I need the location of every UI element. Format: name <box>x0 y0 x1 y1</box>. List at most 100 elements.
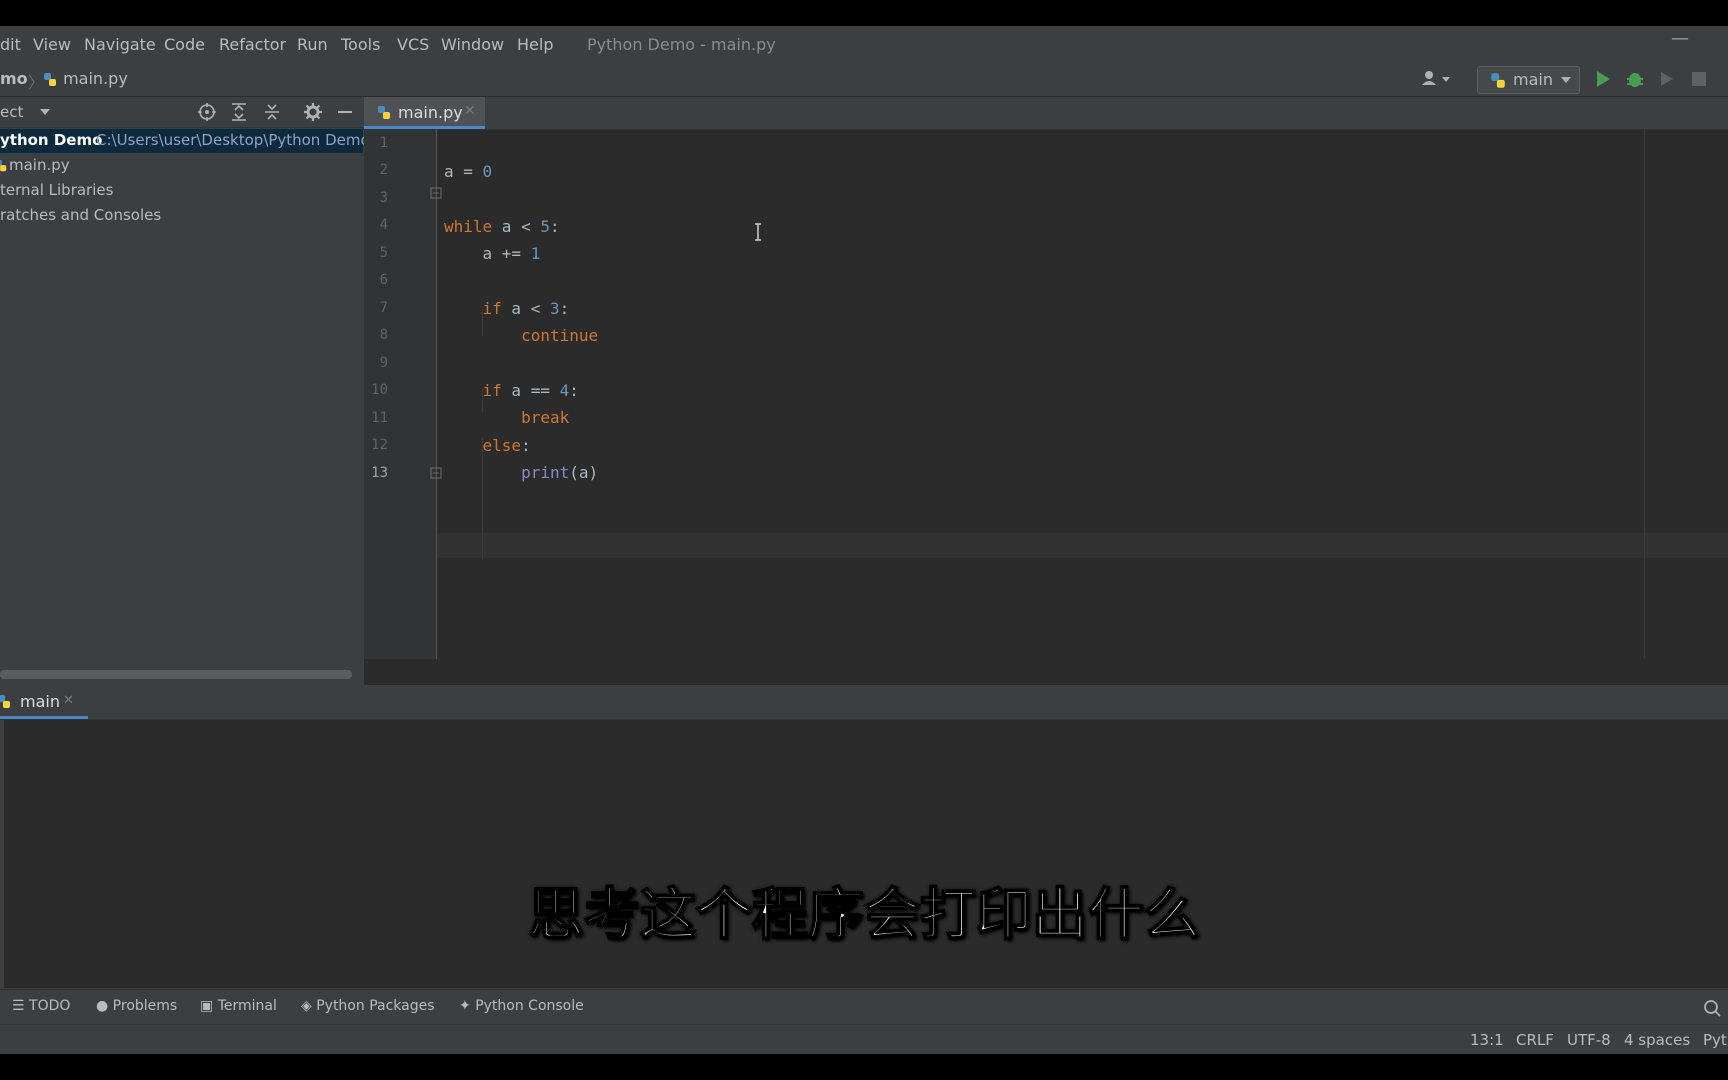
breadcrumb-file[interactable]: main.py <box>42 69 128 88</box>
menu-window[interactable]: Window <box>441 35 504 54</box>
line-number: 4 <box>379 217 388 233</box>
coverage-icon[interactable] <box>1658 70 1676 88</box>
right-margin-guide <box>1644 129 1645 659</box>
terminal-icon: ▣ <box>200 998 218 1014</box>
line-number: 5 <box>379 245 388 261</box>
todo-tool-button[interactable]: ☰ TODO <box>12 998 70 1014</box>
project-view-selector[interactable]: ect <box>0 103 23 121</box>
project-panel-header: ect <box>0 97 363 128</box>
minimize-button[interactable]: — <box>1671 28 1689 49</box>
status-bar: 13:1 CRLF UTF-8 4 spaces Pyth <box>0 1024 1728 1054</box>
chevron-down-icon[interactable] <box>39 108 51 116</box>
tree-item-project-root[interactable]: ython Demo C:\Users\user\Desktop\Python … <box>0 129 370 153</box>
menu-edit[interactable]: dit <box>0 35 21 54</box>
line-separator[interactable]: CRLF <box>1516 1031 1554 1049</box>
line-number: 7 <box>379 300 388 316</box>
line-number: 6 <box>379 272 388 288</box>
tab-label: main.py <box>398 103 463 122</box>
indent-guide <box>482 438 483 560</box>
close-icon[interactable]: ✕ <box>63 693 74 708</box>
code-line-11: else: <box>482 436 531 455</box>
gear-icon[interactable] <box>304 103 322 121</box>
tab-main-py[interactable]: main.py ✕ <box>364 97 485 129</box>
code-line-4: a += 1 <box>444 244 541 263</box>
python-icon: ✦ <box>459 998 476 1014</box>
interpreter-status[interactable]: Pyth <box>1703 1031 1728 1049</box>
debug-icon[interactable] <box>1626 69 1644 89</box>
current-line-highlight <box>437 533 1728 558</box>
line-number: 9 <box>379 355 388 371</box>
python-packages-tool-button[interactable]: ◈ Python Packages <box>301 998 435 1014</box>
code-line-7: continue <box>521 326 599 345</box>
fold-end-icon[interactable] <box>430 467 442 479</box>
breadcrumb-file-label: main.py <box>63 69 128 88</box>
gutter-separator <box>436 129 437 659</box>
text-cursor-icon <box>755 223 761 241</box>
menu-view[interactable]: View <box>33 35 71 54</box>
file-encoding[interactable]: UTF-8 <box>1567 1031 1611 1049</box>
code-line-6: if a < 3: <box>482 299 570 318</box>
line-number: 3 <box>379 190 388 206</box>
tree-item-path: C:\Users\user\Desktop\Python Demo <box>96 131 370 149</box>
tool-window-bar: ☰ TODO ● Problems ▣ Terminal ◈ Python Pa… <box>0 989 1728 1024</box>
stop-icon[interactable] <box>1692 72 1706 86</box>
menu-tools[interactable]: Tools <box>341 35 380 54</box>
menu-navigate[interactable]: Navigate <box>84 35 156 54</box>
tree-item-label: main.py <box>9 156 70 174</box>
line-number: 11 <box>371 410 388 426</box>
layers-icon: ◈ <box>301 998 317 1014</box>
run-tab-main[interactable]: main ✕ <box>0 686 88 719</box>
vcs-user-icon[interactable] <box>1420 69 1454 93</box>
horizontal-scrollbar[interactable] <box>0 670 352 679</box>
menu-refactor[interactable]: Refactor <box>219 35 286 54</box>
python-icon <box>1491 73 1505 88</box>
menu-code[interactable]: Code <box>164 35 205 54</box>
run-config-label: main <box>1513 70 1553 89</box>
python-console-tool-button[interactable]: ✦ Python Console <box>459 998 584 1014</box>
tree-item-label: ython Demo <box>0 131 103 149</box>
run-panel-header: main ✕ <box>0 686 1728 720</box>
hide-panel-icon[interactable] <box>338 111 352 114</box>
code-line-12: print(a) <box>521 463 599 482</box>
line-number: 1 <box>379 135 388 151</box>
list-icon: ☰ <box>12 998 30 1014</box>
breadcrumb-project[interactable]: mo <box>0 69 28 88</box>
editor-tabs: main.py ✕ <box>364 97 1728 130</box>
code-line-10: break <box>521 408 570 427</box>
indent-setting[interactable]: 4 spaces <box>1624 1031 1690 1049</box>
video-subtitle: 思考这个程序会打印出什么 <box>527 882 1201 949</box>
tree-item-label: ratches and Consoles <box>0 206 162 224</box>
terminal-tool-button[interactable]: ▣ Terminal <box>200 998 277 1014</box>
cursor-position[interactable]: 13:1 <box>1470 1031 1504 1049</box>
code-line-9: if a == 4: <box>482 381 579 400</box>
run-config-selector[interactable]: main <box>1477 66 1580 94</box>
menu-vcs[interactable]: VCS <box>397 35 429 54</box>
run-icon[interactable] <box>1595 70 1611 88</box>
code-line-1: a = 0 <box>444 162 493 181</box>
python-file-icon <box>378 106 390 119</box>
expand-all-icon[interactable] <box>231 103 247 121</box>
line-number: 2 <box>379 162 388 178</box>
problems-tool-button[interactable]: ● Problems <box>96 998 177 1014</box>
navigation-bar: mo 〉 main.py main <box>0 62 1728 97</box>
fold-icon[interactable] <box>430 187 442 199</box>
close-icon[interactable]: ✕ <box>464 103 476 119</box>
code-line-3: while a < 5: <box>444 217 560 236</box>
chevron-down-icon <box>1561 77 1571 83</box>
run-tab-label: main <box>20 692 60 711</box>
editor-area: main.py ✕ 1 2 3 4 5 6 7 8 9 10 11 12 13 <box>364 97 1728 685</box>
menu-help[interactable]: Help <box>517 35 553 54</box>
project-panel: ect ython Demo C:\Users\user\Desktop\Pyt… <box>0 97 370 685</box>
python-file-icon <box>0 159 7 172</box>
locate-icon[interactable] <box>198 103 216 121</box>
line-number-gutter: 1 2 3 4 5 6 7 8 9 10 11 12 13 <box>364 129 436 659</box>
line-number: 10 <box>371 382 388 398</box>
line-number-current: 13 <box>371 465 388 481</box>
python-file-icon <box>44 72 56 86</box>
menu-run[interactable]: Run <box>297 35 328 54</box>
menu-bar: dit View Navigate Code Refactor Run Tool… <box>0 26 1728 62</box>
python-icon <box>0 695 10 708</box>
collapse-all-icon[interactable] <box>264 103 280 121</box>
search-icon[interactable] <box>1703 999 1721 1017</box>
info-icon: ● <box>96 998 113 1014</box>
